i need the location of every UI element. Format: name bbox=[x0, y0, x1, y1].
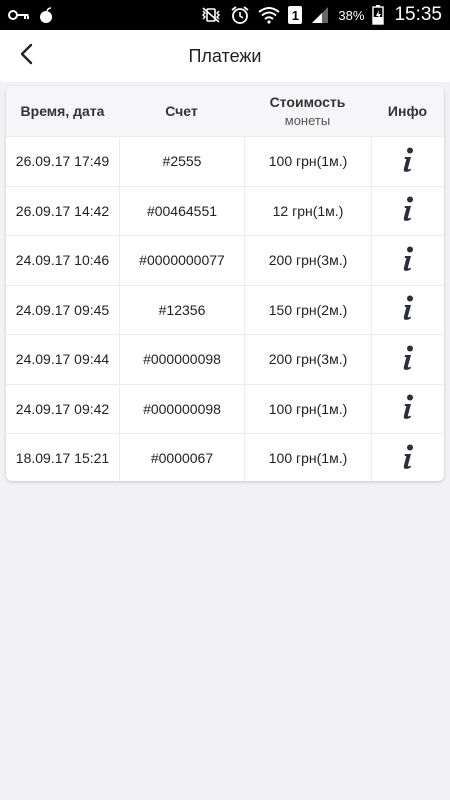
cell-datetime: 24.09.17 09:42 bbox=[15, 400, 110, 417]
cell-cost: 100 грн(1м.) bbox=[244, 434, 371, 481]
back-button[interactable] bbox=[12, 42, 40, 70]
info-icon bbox=[401, 444, 415, 473]
table-row: 24.09.17 09:42 #000000098 100 грн(1м.) bbox=[6, 383, 444, 433]
cell-account: #2555 bbox=[119, 137, 244, 186]
app-header: Платежи bbox=[0, 30, 450, 82]
cell-account: #12356 bbox=[119, 285, 244, 334]
cell-datetime: 26.09.17 14:42 bbox=[15, 202, 110, 219]
info-button[interactable] bbox=[371, 186, 444, 235]
column-header-sublabel: монеты bbox=[284, 113, 331, 128]
cell-cost: 200 грн(3м.) bbox=[244, 335, 371, 384]
mute-vibrate-icon bbox=[200, 6, 222, 24]
info-icon bbox=[401, 246, 415, 275]
cell-cost: 100 грн(1м.) bbox=[244, 384, 371, 433]
table-row: 26.09.17 14:42 #00464551 12 грн(1м.) bbox=[6, 185, 444, 235]
column-header-info: Инфо bbox=[371, 86, 444, 136]
cell-datetime: 24.09.17 10:46 bbox=[15, 252, 110, 269]
battery-charging-icon bbox=[372, 5, 385, 25]
info-button[interactable] bbox=[371, 137, 444, 186]
info-icon bbox=[401, 147, 415, 176]
table-row: 26.09.17 17:49 #2555 100 грн(1м.) bbox=[6, 136, 444, 186]
cell-cost: 200 грн(3м.) bbox=[244, 236, 371, 285]
bomb-icon bbox=[38, 6, 54, 24]
table-row: 24.09.17 10:46 #0000000077 200 грн(3м.) bbox=[6, 235, 444, 285]
status-bar-right: 1 38% 15:35 bbox=[200, 4, 442, 26]
cell-datetime: 18.09.17 15:21 bbox=[15, 450, 110, 467]
info-button[interactable] bbox=[371, 285, 444, 334]
column-header-cost: Стоимость монеты bbox=[244, 86, 371, 136]
info-button[interactable] bbox=[371, 335, 444, 384]
column-header-label: Инфо bbox=[387, 103, 428, 119]
cell-datetime: 24.09.17 09:44 bbox=[15, 351, 110, 368]
info-icon bbox=[401, 345, 415, 374]
column-header-datetime: Время, дата bbox=[6, 86, 119, 136]
cell-cost: 150 грн(2м.) bbox=[244, 285, 371, 334]
table-row: 24.09.17 09:44 #000000098 200 грн(3м.) bbox=[6, 334, 444, 384]
info-button[interactable] bbox=[371, 384, 444, 433]
info-button[interactable] bbox=[371, 236, 444, 285]
cell-cost: 12 грн(1м.) bbox=[244, 186, 371, 235]
info-icon bbox=[401, 394, 415, 423]
wifi-icon bbox=[258, 6, 281, 24]
chevron-left-icon bbox=[19, 43, 33, 70]
cell-account: #0000067 bbox=[119, 434, 244, 481]
column-header-label: Стоимость bbox=[269, 94, 346, 110]
cell-datetime: 24.09.17 09:45 bbox=[15, 301, 110, 318]
page-title: Платежи bbox=[188, 45, 262, 66]
info-icon bbox=[401, 295, 415, 324]
column-header-account: Счет bbox=[119, 86, 244, 136]
cell-datetime: 26.09.17 17:49 bbox=[15, 153, 110, 170]
sim-icon: 1 bbox=[288, 6, 303, 24]
cell-account: #00464551 bbox=[119, 186, 244, 235]
info-button[interactable] bbox=[371, 434, 444, 481]
payments-table: Время, дата Счет Стоимость монеты Инфо 2… bbox=[6, 86, 444, 481]
alarm-icon bbox=[230, 5, 250, 25]
column-header-label: Счет bbox=[165, 103, 198, 119]
info-icon bbox=[401, 196, 415, 225]
cell-account: #0000000077 bbox=[119, 236, 244, 285]
table-header: Время, дата Счет Стоимость монеты Инфо bbox=[6, 86, 444, 136]
status-bar: 1 38% 15:35 bbox=[0, 0, 450, 30]
battery-percent: 38% bbox=[338, 7, 365, 23]
cell-account: #000000098 bbox=[119, 384, 244, 433]
cell-cost: 100 грн(1м.) bbox=[244, 137, 371, 186]
table-row: 24.09.17 09:45 #12356 150 грн(2м.) bbox=[6, 284, 444, 334]
clock-time: 15:35 bbox=[394, 4, 442, 25]
table-body: 26.09.17 17:49 #2555 100 грн(1м.) 26.09.17 … bbox=[6, 136, 444, 481]
status-bar-left bbox=[8, 6, 54, 24]
column-header-label: Время, дата bbox=[20, 103, 105, 119]
key-icon bbox=[8, 9, 30, 21]
cell-account: #000000098 bbox=[119, 335, 244, 384]
table-row: 18.09.17 15:21 #0000067 100 грн(1м.) bbox=[6, 433, 444, 481]
signal-icon bbox=[310, 6, 330, 24]
